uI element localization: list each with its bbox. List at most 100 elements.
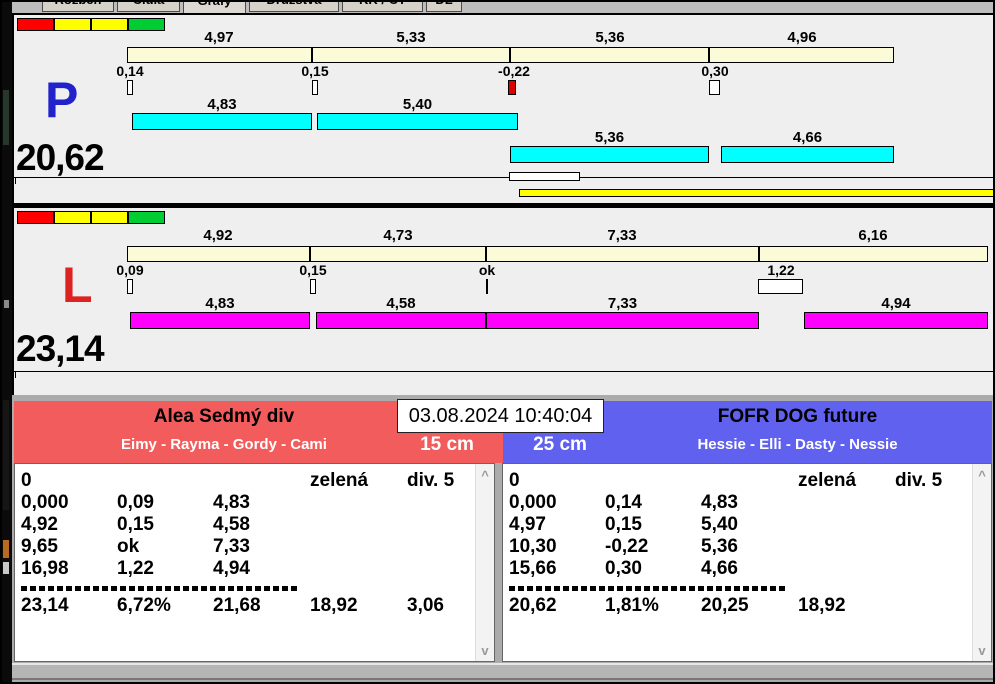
tab--idla[interactable]: Čidla [117,0,180,12]
dog-run-bar [316,312,486,329]
table-cell: 1,81% [605,595,659,616]
run-time-label: 5,40 [402,96,433,113]
tab-kk-t[interactable]: KK / ČT [342,0,423,12]
table-cell: 1,22 [117,558,154,579]
table-cell: 5,40 [701,514,738,535]
lane-panel-left: L 23,14 4,92 4,73 7,33 6,16 0,09 0,15 ok 1,22 4,83… [12,208,993,395]
scrollbar-right-table[interactable]: ^ v [972,464,991,661]
segment-time-bar [127,47,894,63]
reaction-tick [709,80,720,95]
table-cell: 0 [21,470,32,491]
lane-letter-L: L [62,257,93,313]
segment-time-label: 5,33 [396,29,426,46]
lane-divider [12,203,995,208]
table-cell: 18,92 [310,595,358,616]
lane-letter-P: P [45,72,79,128]
dog-run-bar [804,312,988,329]
results-table-left[interactable]: ^ v 0 zelená div. 5 0,000 0,09 4,83 4,92 0,15 4,… [14,463,495,662]
reaction-tick [127,80,133,95]
run-time-label: 4,83 [205,295,235,312]
table-cell: zelená [310,470,369,491]
scroll-up-icon[interactable]: ^ [476,467,494,483]
reaction-tick [312,80,318,95]
table-cell: 0,15 [605,514,642,535]
table-cell: 15,66 [509,558,557,579]
tab-rozb-h[interactable]: Rozběh [42,0,114,12]
table-cell: 16,98 [21,558,69,579]
jump-height-left: 15 cm [420,434,474,455]
reaction-time-label: 1,22 [767,262,795,278]
status-bar [2,663,993,680]
tab-bar: RozběhČidlaGrafyDružstvaKK / ČTDL [12,0,993,13]
team-name-left: Alea Sedmý div [153,406,295,427]
tab-dl[interactable]: DL [426,0,462,12]
table-cell: 3,06 [407,595,444,616]
reaction-time-label: -0,22 [498,63,530,79]
lane-total-time: 23,14 [16,328,105,369]
tab-grafy[interactable]: Grafy [183,0,246,13]
reaction-time-label: 0,09 [116,262,144,278]
table-cell: 9,65 [21,536,58,557]
table-separator [21,586,298,591]
lane-panel-right: P 20,62 4,97 5,33 5,36 4,96 0,14 0,15 -0,22 0,30 4… [12,15,993,203]
dog-run-bar [132,113,312,130]
table-cell: 10,30 [509,536,557,557]
scrollbar-left-table[interactable]: ^ v [475,464,494,661]
segment-time-label: 6,16 [858,227,888,244]
run-time-label: 4,83 [207,96,237,113]
reaction-tick-ok [486,279,488,294]
scroll-up-icon[interactable]: ^ [973,467,991,483]
reaction-time-label: ok [478,262,496,278]
reaction-time-label: 0,15 [299,262,327,278]
table-cell: zelená [798,470,857,491]
table-cell: 18,92 [798,595,846,616]
table-cell: 5,36 [701,536,738,557]
reaction-tick [127,279,133,294]
table-cell: 6,72% [117,595,171,616]
tab-dru-stva[interactable]: Družstva [249,0,339,12]
table-cell: 0,000 [509,492,557,513]
legend-color-box [128,18,165,31]
dog-run-bar [130,312,310,329]
table-cell: 0,14 [605,492,642,513]
panel-top-border [12,13,995,15]
table-cell: 4,58 [213,514,250,535]
background-desktop-strip [0,0,12,684]
results-table-right[interactable]: ^ v 0 zelená div. 5 0,000 0,14 4,83 4,97 0,15 5,… [502,463,992,662]
dog-run-bar [510,146,709,163]
segment-time-label: 4,92 [203,227,233,244]
scroll-down-icon[interactable]: v [973,642,991,658]
lane-baseline-tick [15,372,16,378]
run-time-label: 7,33 [607,295,638,312]
legend-color-box [91,211,128,224]
lane-baseline-tick [15,178,16,184]
table-separator [509,586,786,591]
reaction-time-label: 0,15 [301,63,329,79]
table-cell: 4,83 [213,492,250,513]
run-time-label: 4,58 [386,295,416,312]
reaction-tick [508,80,516,95]
scroll-down-icon[interactable]: v [476,642,494,658]
segment-time-label: 7,33 [607,227,637,244]
lane-total-time: 20,62 [16,137,105,178]
lane-baseline [14,177,993,178]
legend-color-box [91,18,128,31]
legend-color-box [17,18,54,31]
table-cell: 4,66 [701,558,738,579]
table-cell: 20,25 [701,595,749,616]
table-cell: 4,97 [509,514,546,535]
legend-color-box [54,18,91,31]
reaction-time-label: 0,30 [701,63,729,79]
table-cell: 0,000 [21,492,69,513]
timestamp: 03.08.2024 10:40:04 [397,399,604,433]
table-cell: 4,83 [701,492,738,513]
table-cell: 7,33 [213,536,250,557]
run-time-label: 4,94 [881,295,911,312]
dog-run-bar [317,113,518,130]
table-cell: 21,68 [213,595,261,616]
legend-color-box [128,211,165,224]
legend-color-box [54,211,91,224]
segment-time-bar [127,246,988,262]
dog-run-bar [721,146,894,163]
table-cell: div. 5 [895,470,943,491]
